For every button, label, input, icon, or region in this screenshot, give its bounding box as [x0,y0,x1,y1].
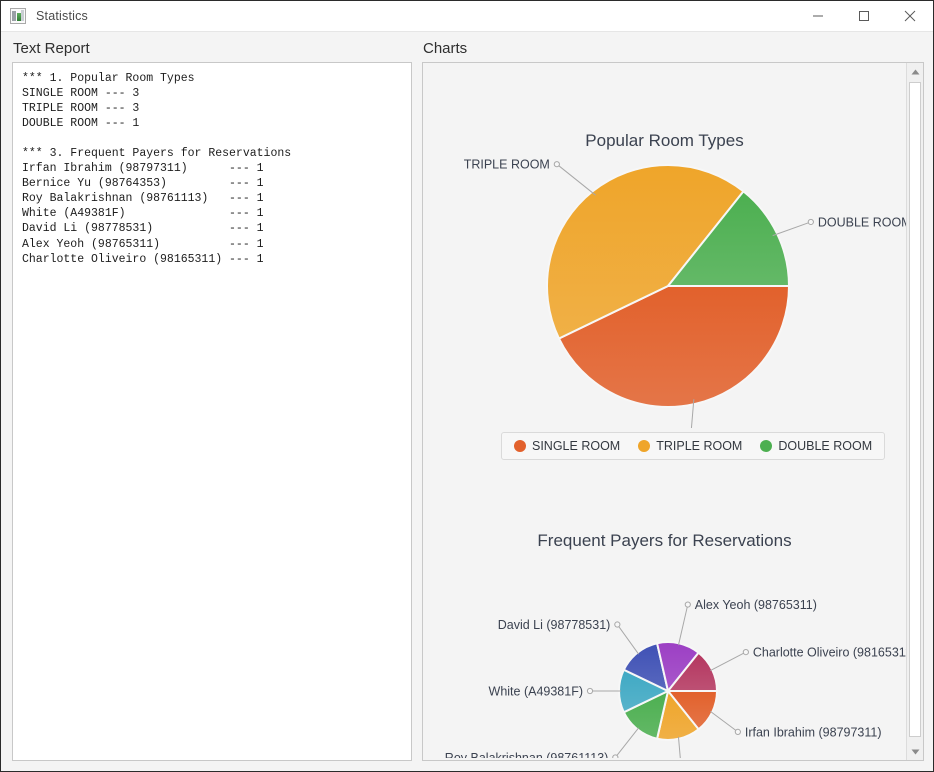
legend-entry[interactable]: TRIPLE ROOM [638,439,742,453]
legend-entry[interactable]: DOUBLE ROOM [760,439,872,453]
pie-slice-label: DOUBLE ROOM [818,215,906,229]
window-controls [795,1,933,31]
pie-slice-label: David Li (98778531) [498,618,611,632]
chart-icon [10,8,26,24]
legend-swatch-icon [514,440,526,452]
scroll-down-icon[interactable] [907,743,923,760]
text-report-heading: Text Report [13,40,90,57]
pie-slice-label: White (A49381F) [489,684,583,698]
title-bar: Statistics [1,1,933,32]
window-title: Statistics [36,9,89,23]
charts-scrollbar[interactable] [906,63,923,760]
legend-entry[interactable]: SINGLE ROOM [514,439,620,453]
pie-slice-label: Roy Balakrishnan (98761113) [445,751,609,758]
chart-title-room-types: Popular Room Types [585,131,744,150]
pie-slice-label: Alex Yeoh (98765311) [695,598,817,612]
text-report-pane[interactable]: *** 1. Popular Room Types SINGLE ROOM --… [12,62,412,761]
legend-swatch-icon [760,440,773,452]
legend-label: DOUBLE ROOM [778,439,873,453]
pie-chart-room-types: SINGLE ROOMTRIPLE ROOMDOUBLE ROOM [464,158,906,428]
statistics-window: Statistics Text Report Charts *** 1. Pop… [0,0,934,772]
pie-chart-frequent-payers: Irfan Ibrahim (98797311)Bernice Yu (9876… [445,598,906,758]
legend-swatch-icon [638,440,651,452]
legend-label: TRIPLE ROOM [656,439,743,453]
legend-label: SINGLE ROOM [532,439,621,453]
chart-legend-room-types: SINGLE ROOM TRIPLE ROOM DOUBLE ROOM [501,432,886,460]
chart-title-frequent-payers: Frequent Payers for Reservations [537,531,792,550]
scrollbar-thumb[interactable] [909,82,921,737]
scroll-up-icon[interactable] [907,63,923,80]
charts-pane: Popular Room Types SINGLE ROOM TRIPLE ROO… [422,62,924,761]
close-icon[interactable] [887,1,933,31]
charts-canvas: Popular Room Types SINGLE ROOM TRIPLE ROO… [423,63,906,760]
pie-slice-label: Irfan Ibrahim (98797311) [745,725,882,739]
pie-slice-label: TRIPLE ROOM [464,158,550,172]
maximize-icon[interactable] [841,1,887,31]
charts-heading: Charts [423,40,468,57]
pie-slice-label: Charlotte Oliveiro (98165311) [753,645,906,659]
report-text: *** 1. Popular Room Types SINGLE ROOM --… [22,72,292,266]
minimize-icon[interactable] [795,1,841,31]
